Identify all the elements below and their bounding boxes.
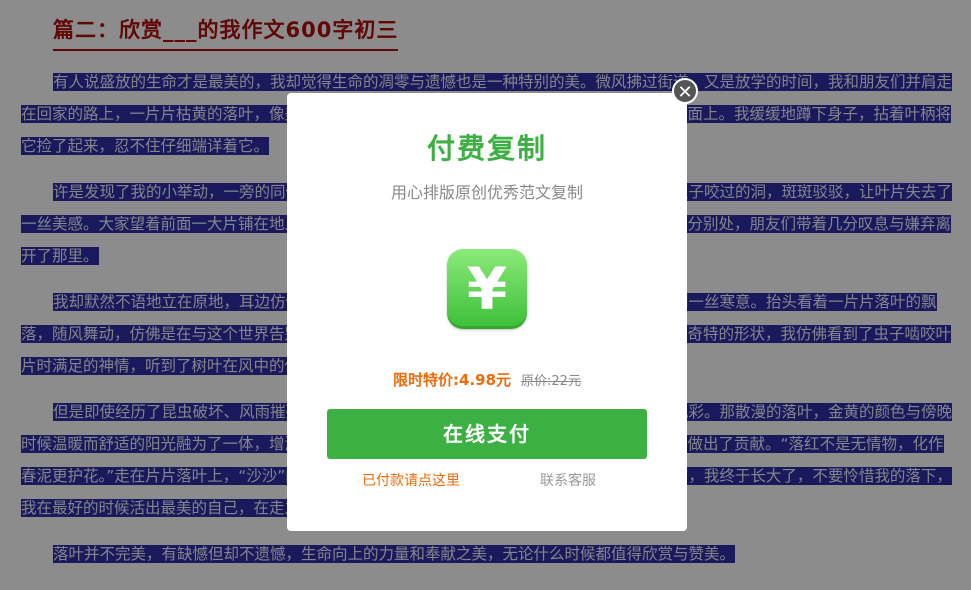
dialog-title: 付费复制: [426, 132, 547, 165]
pay-online-button[interactable]: 在线支付: [327, 409, 647, 459]
original-price: 原价:22元: [521, 374, 581, 389]
already-paid-link[interactable]: 已付款请点这里: [362, 470, 460, 490]
paid-copy-dialog: 付费复制 用心排版原创优秀范文复制 ¥ 限时特价:4.98元 原价:22元 在线支…: [287, 93, 687, 531]
dialog-subtitle: 用心排版原创优秀范文复制: [390, 183, 583, 202]
price-label: 限时特价:: [393, 371, 460, 389]
price-row: 限时特价:4.98元 原价:22元: [287, 369, 687, 390]
close-icon[interactable]: ✕: [672, 78, 698, 104]
price-value: 4.98元: [459, 371, 512, 389]
contact-service-link[interactable]: 联系客服: [540, 470, 596, 490]
yen-icon: ¥: [447, 249, 527, 329]
